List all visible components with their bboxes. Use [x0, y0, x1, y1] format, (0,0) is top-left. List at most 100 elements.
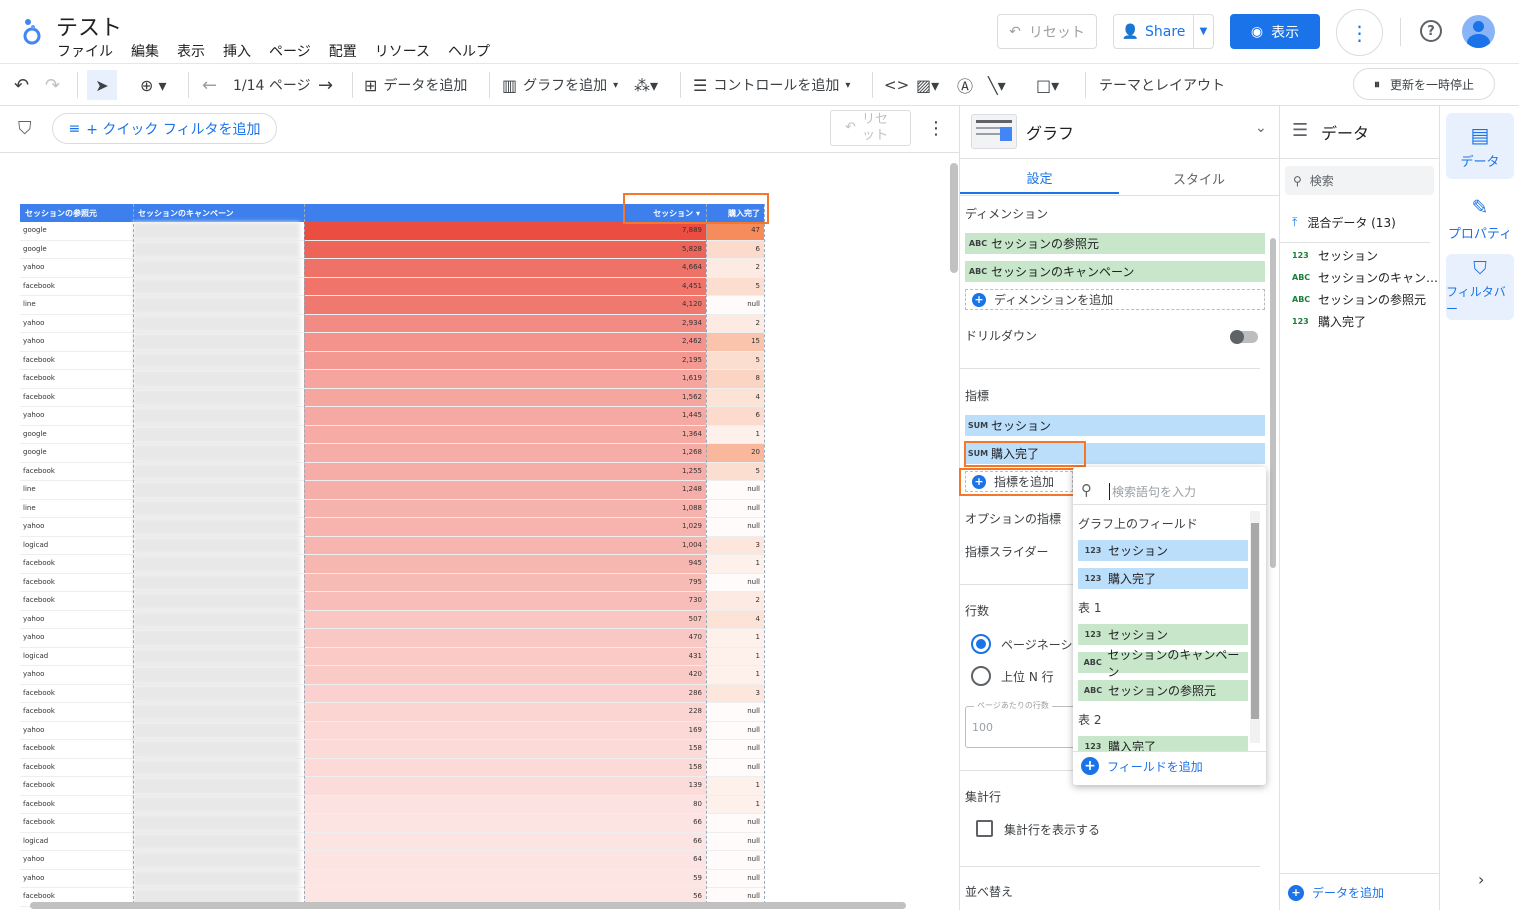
- summary-checkbox[interactable]: [976, 820, 993, 837]
- text-icon[interactable]: Ⓐ: [957, 73, 973, 97]
- data-search-input[interactable]: ⚲ 検索: [1285, 166, 1434, 195]
- table-row[interactable]: line 1,248 null: [20, 481, 766, 500]
- table-row[interactable]: facebook 286 3: [20, 684, 766, 703]
- table-row[interactable]: logicad 431 1: [20, 647, 766, 666]
- rail-filter-button[interactable]: ⛉ フィルタバー: [1446, 254, 1514, 320]
- table-chart-icon[interactable]: [971, 114, 1017, 149]
- image-icon[interactable]: ▨▾: [916, 73, 939, 97]
- field-chip[interactable]: 123 セッション: [1078, 624, 1248, 645]
- menu-arrange[interactable]: 配置: [329, 41, 357, 61]
- help-icon[interactable]: ?: [1420, 20, 1442, 42]
- theme-layout-button[interactable]: テーマとレイアウト: [1099, 73, 1225, 97]
- reset-button[interactable]: ↶ リセット: [997, 14, 1097, 49]
- report-title[interactable]: テスト: [56, 10, 122, 42]
- chevron-right-icon[interactable]: ›: [1478, 870, 1484, 889]
- prev-page-icon[interactable]: ←: [202, 73, 217, 97]
- menu-insert[interactable]: 挿入: [223, 41, 251, 61]
- table-row[interactable]: google 5,828 6: [20, 240, 766, 259]
- field-chip[interactable]: ABC セッションの参照元: [1078, 680, 1248, 701]
- table-row[interactable]: facebook 795 null: [20, 573, 766, 592]
- popup-scrollbar[interactable]: [1250, 511, 1260, 743]
- top-n-radio[interactable]: [971, 666, 991, 686]
- field-chip[interactable]: 123 購入完了: [1078, 568, 1248, 589]
- redo-icon[interactable]: ↷: [45, 73, 60, 97]
- more-options-icon[interactable]: ⋮: [1336, 9, 1383, 56]
- filter-reset-button[interactable]: ↶ リセ ット: [830, 110, 911, 146]
- table-row[interactable]: yahoo 2,462 15: [20, 333, 766, 352]
- table-row[interactable]: facebook 2,195 5: [20, 351, 766, 370]
- data-field[interactable]: ABC セッションのキャン…: [1292, 269, 1438, 286]
- table-row[interactable]: yahoo 59 null: [20, 869, 766, 888]
- field-search-input[interactable]: 検索語句を入力: [1109, 483, 1196, 500]
- drilldown-toggle[interactable]: [1230, 330, 1258, 344]
- zoom-icon[interactable]: ⊕ ▾: [140, 73, 167, 97]
- metric-chip[interactable]: SUM セッション: [965, 415, 1265, 436]
- field-chip[interactable]: 123 購入完了: [1078, 736, 1248, 751]
- menu-help[interactable]: ヘルプ: [448, 41, 490, 61]
- shape-icon[interactable]: □▾: [1036, 73, 1059, 97]
- table-row[interactable]: google 1,268 20: [20, 444, 766, 463]
- data-field[interactable]: 123 購入完了: [1292, 313, 1366, 330]
- table-row[interactable]: facebook 228 null: [20, 703, 766, 722]
- table-row[interactable]: yahoo 420 1: [20, 666, 766, 685]
- menu-edit[interactable]: 編集: [131, 41, 159, 61]
- more-options-icon[interactable]: ⋮: [927, 118, 945, 139]
- table-row[interactable]: yahoo 2,934 2: [20, 314, 766, 333]
- view-button[interactable]: ◉ 表示: [1230, 14, 1320, 49]
- menu-page[interactable]: ページ: [269, 41, 311, 61]
- pagination-radio[interactable]: [971, 634, 991, 654]
- dimension-chip[interactable]: ABC セッションのキャンペーン: [965, 261, 1265, 282]
- data-field[interactable]: 123 セッション: [1292, 247, 1378, 264]
- field-chip[interactable]: 123 セッション: [1078, 540, 1248, 561]
- table-row[interactable]: facebook 66 null: [20, 814, 766, 833]
- table-row[interactable]: yahoo 4,664 2: [20, 259, 766, 278]
- avatar[interactable]: [1462, 15, 1495, 48]
- add-data-button[interactable]: ⊞ データを追加: [364, 73, 467, 97]
- col-header-source[interactable]: セッションの参照元: [20, 204, 133, 222]
- code-icon[interactable]: <>: [884, 73, 909, 97]
- field-chip[interactable]: ABC セッションのキャンペーン: [1078, 648, 1248, 679]
- share-button[interactable]: 👤 Share ▼: [1113, 14, 1214, 49]
- menu-file[interactable]: ファイル: [57, 41, 113, 61]
- table-row[interactable]: facebook 158 null: [20, 740, 766, 759]
- table-row[interactable]: facebook 4,451 5: [20, 277, 766, 296]
- table-row[interactable]: facebook 1,562 4: [20, 388, 766, 407]
- table-row[interactable]: facebook 139 1: [20, 777, 766, 796]
- data-source[interactable]: ⤒ 混合データ (13): [1292, 214, 1396, 231]
- table-row[interactable]: yahoo 1,445 6: [20, 407, 766, 426]
- table-row[interactable]: facebook 1,619 8: [20, 370, 766, 389]
- tab-setup[interactable]: 設定: [960, 162, 1119, 194]
- add-field-button[interactable]: + フィールドを追加: [1081, 757, 1203, 775]
- select-cursor-icon[interactable]: ➤: [87, 70, 117, 100]
- table-row[interactable]: yahoo 507 4: [20, 610, 766, 629]
- horizontal-scrollbar[interactable]: [30, 902, 906, 909]
- dimension-chip[interactable]: ABC セッションの参照元: [965, 233, 1265, 254]
- chevron-down-icon[interactable]: ⌄: [1255, 120, 1267, 136]
- share-dropdown-icon[interactable]: ▼: [1193, 15, 1213, 48]
- menu-view[interactable]: 表示: [177, 41, 205, 61]
- table-row[interactable]: yahoo 470 1: [20, 629, 766, 648]
- add-quick-filter-button[interactable]: ≡ + クイック フィルタを追加: [52, 113, 277, 144]
- table-row[interactable]: line 4,120 null: [20, 296, 766, 315]
- rail-properties-button[interactable]: ✎ プロパティ: [1446, 185, 1514, 251]
- undo-icon[interactable]: ↶: [14, 73, 29, 97]
- table-row[interactable]: google 1,364 1: [20, 425, 766, 444]
- add-chart-button[interactable]: ▥ グラフを追加 ▾: [502, 73, 618, 97]
- table-row[interactable]: line 1,088 null: [20, 499, 766, 518]
- pause-updates-button[interactable]: ⏸ 更新を一時停止: [1353, 68, 1495, 100]
- table-row[interactable]: yahoo 64 null: [20, 851, 766, 870]
- table-row[interactable]: facebook 158 null: [20, 758, 766, 777]
- panel-scrollbar[interactable]: [1270, 238, 1276, 568]
- report-canvas[interactable]: セッションの参照元 セッションのキャンペーン セッション ▾ 購入完了 goog…: [0, 153, 959, 910]
- add-dimension-button[interactable]: + ディメンションを追加: [965, 289, 1265, 310]
- table-row[interactable]: facebook 945 1: [20, 555, 766, 574]
- add-control-button[interactable]: ☰ コントロールを追加 ▾: [693, 73, 850, 97]
- menu-resources[interactable]: リソース: [375, 41, 430, 61]
- table-row[interactable]: facebook 730 2: [20, 592, 766, 611]
- table-row[interactable]: yahoo 1,029 null: [20, 518, 766, 537]
- tab-style[interactable]: スタイル: [1119, 162, 1279, 194]
- next-page-icon[interactable]: →: [318, 73, 333, 97]
- filter-icon[interactable]: ⛉: [18, 118, 32, 139]
- table-row[interactable]: logicad 1,004 3: [20, 536, 766, 555]
- table-row[interactable]: facebook 80 1: [20, 795, 766, 814]
